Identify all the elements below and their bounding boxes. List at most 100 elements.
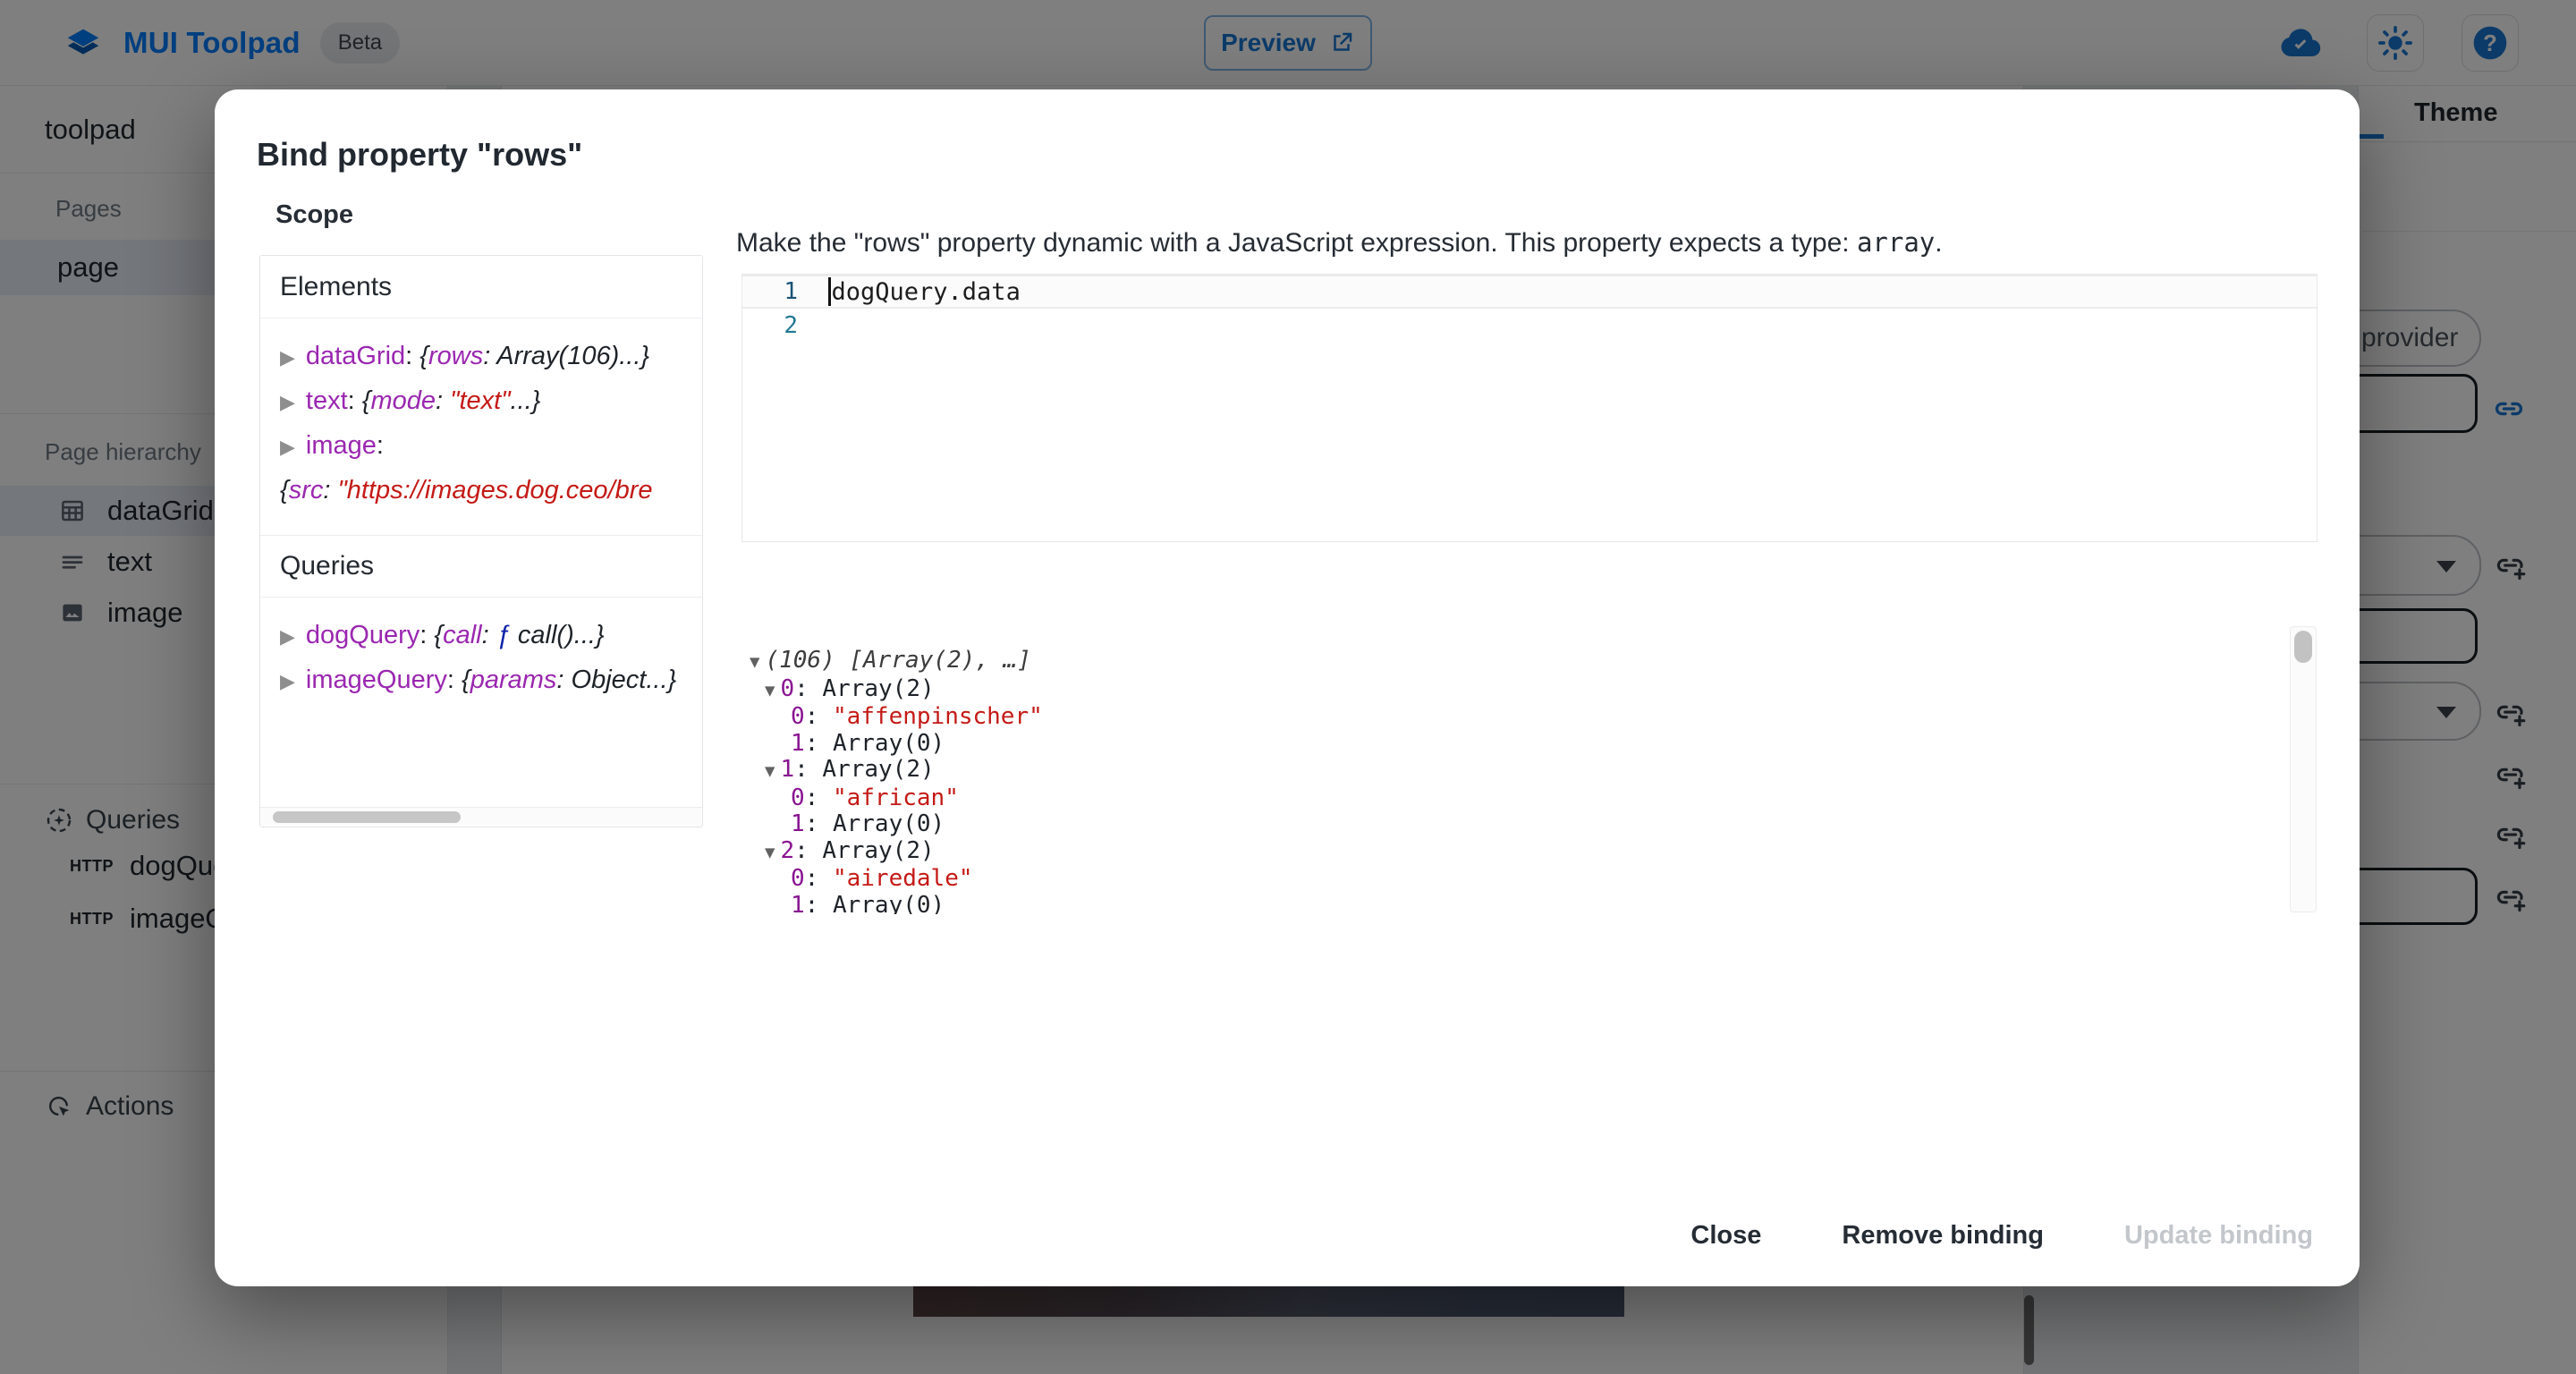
expand-collapsed-icon[interactable]: ▶ [280, 625, 295, 648]
scope-tree-row[interactable]: ▶ imageQuery: {params: Object...} [280, 658, 682, 703]
scope-tree-row[interactable]: ▶ text: {mode: "text"...} [280, 379, 682, 424]
scope-queries-header: Queries [260, 535, 702, 598]
token: { [419, 342, 428, 370]
scope-label: Scope [275, 200, 353, 230]
expand-expanded-icon[interactable]: ▼ [750, 652, 759, 672]
token: params [470, 666, 557, 694]
object-preview: {src: "https://images.dog.ceo/bre [280, 469, 653, 512]
scope-tree-row[interactable]: ▶dataGrid: {rows: Array(106)...} [280, 335, 682, 379]
token: : [348, 386, 362, 415]
editor-line-2[interactable]: 2 [742, 309, 2317, 343]
token: rows [428, 342, 483, 370]
token: : [482, 621, 496, 649]
scope-panel: Elements ▶dataGrid: {rows: Array(106)...… [259, 255, 703, 827]
queries-tree: ▶dogQuery: {call: ƒ call()...}▶imageQuer… [260, 598, 702, 707]
binding-description: Make the "rows" property dynamic with a … [736, 227, 1943, 259]
scope-node-name: imageQuery [306, 666, 447, 694]
json-tree-row[interactable]: ▼ (106) [Array(2), …] [750, 648, 2288, 676]
json-tree-row[interactable]: ▼0: Array(2) [750, 676, 2288, 705]
text-cursor [828, 277, 831, 306]
token: : [556, 666, 571, 694]
token: "https://images.dog.ceo/bre [337, 476, 652, 505]
scope-horizontal-scrollbar[interactable] [260, 807, 702, 827]
token: : Array(0) [805, 810, 945, 837]
json-tree-row[interactable]: 1: Array(0) [750, 731, 2288, 758]
token: 0 [791, 785, 805, 811]
scope-tree-row[interactable]: ▶dogQuery: {call: ƒ call()...} [280, 614, 682, 658]
scrollbar-thumb[interactable] [2294, 631, 2312, 663]
description-period: . [1935, 228, 1942, 258]
token: { [280, 476, 289, 505]
result-vertical-scrollbar[interactable] [2290, 626, 2317, 912]
token: 1 [780, 756, 794, 783]
token: Array(106) [496, 342, 619, 370]
expected-type: array [1857, 227, 1935, 258]
expand-expanded-icon[interactable]: ▼ [765, 843, 775, 862]
json-tree-row[interactable]: ▼ 2: Array(2) [750, 838, 2288, 867]
token: (106) [Array(2), …] [765, 647, 1030, 674]
token: ...} [619, 342, 649, 370]
remove-binding-button[interactable]: Remove binding [1826, 1210, 2060, 1261]
token: 1 [791, 892, 805, 915]
token: Object [572, 666, 647, 694]
object-preview: {mode: "text"...} [362, 379, 541, 422]
token: : Array(0) [805, 892, 945, 915]
expression-code-editor[interactable]: 1 dogQuery.data 2 [741, 274, 2318, 542]
token: "affenpinscher" [833, 703, 1043, 730]
json-tree-row[interactable]: 0: "airedale" [750, 866, 2288, 893]
elements-tree: ▶dataGrid: {rows: Array(106)...}▶text: {… [260, 318, 702, 515]
scrollbar-thumb[interactable] [273, 811, 461, 823]
token: : [436, 386, 450, 415]
token: : [419, 621, 434, 649]
token: ...} [646, 666, 676, 694]
token: { [434, 621, 443, 649]
token: : Array(2) [794, 756, 935, 783]
token: : [483, 342, 496, 370]
token: : Array(2) [794, 675, 935, 702]
token: ...} [574, 621, 605, 649]
token: "airedale" [833, 865, 973, 892]
expand-expanded-icon[interactable]: ▼ [765, 681, 775, 700]
scope-node-name: image [306, 431, 377, 460]
line-number: 1 [742, 278, 828, 305]
token: { [462, 666, 470, 694]
close-button[interactable]: Close [1674, 1210, 1777, 1261]
token: call [443, 621, 482, 649]
scope-tree-row[interactable]: ▶ image: {src: "https://images.dog.ceo/br… [280, 424, 682, 512]
token: : [805, 703, 833, 730]
token: "text" [450, 386, 510, 415]
expression-code: dogQuery.data [832, 278, 1021, 306]
description-text: Make the "rows" property dynamic with a … [736, 228, 1857, 258]
token: 0 [791, 865, 805, 892]
expand-collapsed-icon[interactable]: ▶ [280, 670, 295, 692]
token: 1 [791, 730, 805, 757]
update-binding-button[interactable]: Update binding [2108, 1210, 2329, 1261]
token: : Array(0) [805, 730, 945, 757]
expand-collapsed-icon[interactable]: ▶ [280, 436, 295, 458]
token: : [447, 666, 462, 694]
object-preview: {call: ƒ call()...} [434, 614, 604, 657]
token: call() [518, 621, 574, 649]
json-tree-row[interactable]: 0: "affenpinscher" [750, 704, 2288, 731]
token: src [289, 476, 324, 505]
json-tree-row[interactable]: 1: Array(0) [750, 811, 2288, 838]
dialog-title: Bind property "rows" [257, 136, 582, 174]
json-tree-row[interactable]: 1: Array(0) [750, 893, 2288, 915]
token: "african" [833, 785, 959, 811]
object-preview: {params: Object...} [462, 658, 676, 701]
expand-collapsed-icon[interactable]: ▶ [280, 391, 295, 413]
object-preview: {rows: Array(106)...} [419, 335, 649, 377]
token: 1 [791, 810, 805, 837]
token: ƒ [496, 621, 518, 649]
token: : [805, 785, 833, 811]
token: : Array(2) [794, 837, 935, 864]
token: : [377, 431, 384, 460]
json-tree-row[interactable]: ▼1: Array(2) [750, 757, 2288, 785]
token: 2 [780, 837, 794, 864]
editor-line-1[interactable]: 1 dogQuery.data [742, 275, 2317, 309]
json-tree-row[interactable]: 0: "african" [750, 785, 2288, 812]
scope-node-name: text [306, 386, 348, 415]
expand-collapsed-icon[interactable]: ▶ [280, 346, 295, 369]
expand-expanded-icon[interactable]: ▼ [765, 761, 775, 781]
token: 0 [791, 703, 805, 730]
